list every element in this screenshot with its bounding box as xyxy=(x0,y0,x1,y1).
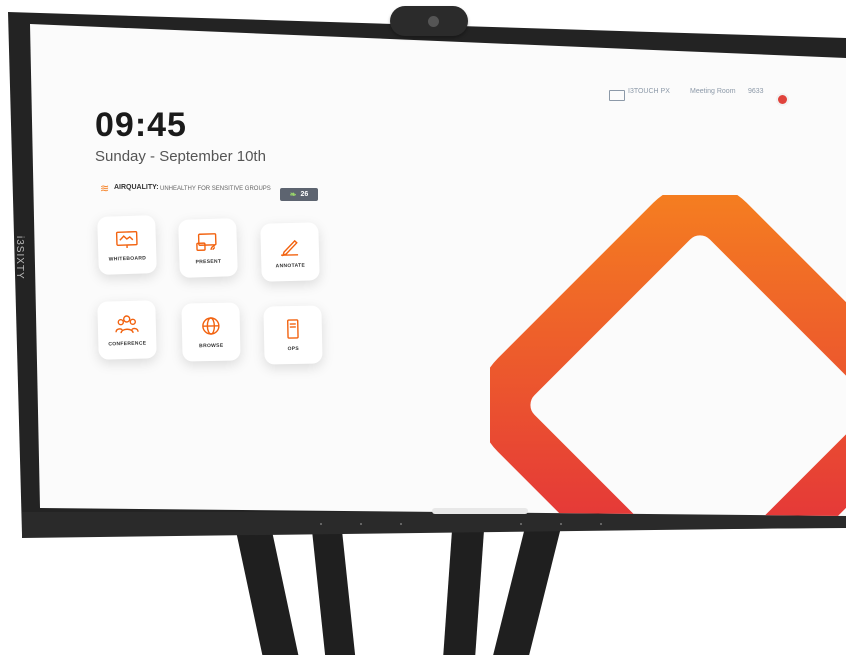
air-quality-value: 26 xyxy=(300,191,308,198)
display-bottom-bar xyxy=(22,512,846,538)
brand-side-label: i3SIXTY xyxy=(14,236,25,280)
globe-icon xyxy=(199,315,223,337)
app-whiteboard-tile[interactable]: WHITEBOARD xyxy=(97,215,157,275)
easel-leg xyxy=(234,520,299,655)
ops-icon xyxy=(281,318,305,340)
app-ops-tile[interactable]: OPS xyxy=(263,305,322,364)
clock-date: Sunday - September 10th xyxy=(95,148,266,165)
notification-icon[interactable] xyxy=(778,95,787,104)
easel-leg xyxy=(311,520,355,655)
people-icon xyxy=(115,313,140,336)
bezel-sensor xyxy=(360,523,362,525)
webcam-icon xyxy=(390,6,468,36)
app-conference-tile[interactable]: CONFERENCE xyxy=(97,300,156,359)
app-label: CONFERENCE xyxy=(108,340,146,347)
app-label: ANNOTATE xyxy=(276,263,306,270)
app-browse-tile[interactable]: BROWSE xyxy=(181,302,240,361)
bottom-dock-handle[interactable] xyxy=(432,508,528,514)
bezel-sensor xyxy=(400,523,402,525)
app-annotate-tile[interactable]: ANNOTATE xyxy=(260,222,319,281)
easel-leg xyxy=(443,520,484,655)
monitor-icon xyxy=(609,90,625,101)
app-label: OPS xyxy=(287,346,299,352)
air-quality-label: AIRQUALITY: xyxy=(114,184,159,191)
home-screen: 09:45 Sunday - September 10th I3TOUCH PX… xyxy=(0,0,846,647)
air-icon: ≋ xyxy=(100,182,109,195)
pencil-icon xyxy=(278,235,303,258)
bezel-sensor xyxy=(320,523,322,525)
present-icon xyxy=(195,231,220,254)
status-extra: 9633 xyxy=(748,88,764,95)
air-quality-badge[interactable]: ❧ 26 xyxy=(280,188,318,201)
room-name: Meeting Room xyxy=(690,88,736,95)
bezel-sensor xyxy=(600,523,602,525)
app-label: BROWSE xyxy=(199,343,223,350)
leaf-icon: ❧ xyxy=(290,190,297,199)
app-present-tile[interactable]: PRESENT xyxy=(178,218,238,278)
device-name: I3TOUCH PX xyxy=(628,88,670,95)
easel-leg xyxy=(493,520,563,655)
app-label: WHITEBOARD xyxy=(109,255,147,262)
clock-time: 09:45 xyxy=(95,106,187,145)
camera-lens xyxy=(428,16,439,27)
whiteboard-icon xyxy=(114,228,139,251)
air-quality-status: UNHEALTHY FOR SENSITIVE GROUPS xyxy=(160,186,271,192)
bezel-sensor xyxy=(520,523,522,525)
bezel-sensor xyxy=(560,523,562,525)
app-label: PRESENT xyxy=(195,259,221,266)
